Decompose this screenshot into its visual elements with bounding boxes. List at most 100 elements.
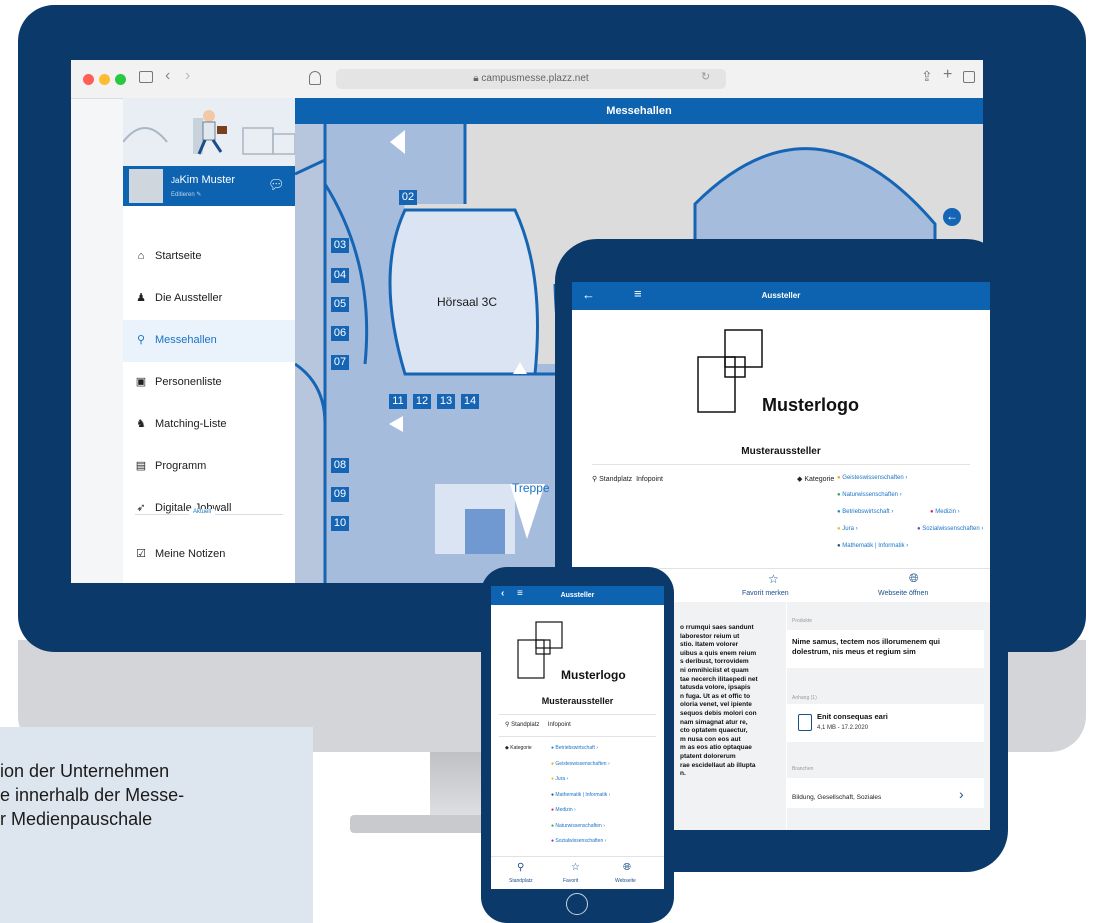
products-text: Nime samus, tectem nos illorumenem qui d…: [792, 637, 940, 656]
chevron-right-icon: ›: [606, 760, 610, 767]
tab-standplatz[interactable]: Standplatz: [509, 878, 533, 884]
category-tag[interactable]: ● Geisteswissenschaften ›: [837, 475, 907, 481]
chevron-right-icon: ›: [603, 838, 607, 844]
category-tag[interactable]: ● Naturwissenschaften ›: [837, 492, 902, 498]
close-window-button[interactable]: [83, 74, 94, 85]
category-tag[interactable]: ● Medizin ›: [930, 509, 960, 515]
category-tag[interactable]: ● Sozialwissenschaften ›: [917, 526, 983, 532]
user-panel[interactable]: JaKim Muster Editieren ✎ 💬︎: [123, 166, 295, 206]
category-name: Mathematik | Informatik: [842, 543, 905, 549]
category-name: Jura: [842, 526, 854, 532]
tab-webseite[interactable]: Webseite: [615, 878, 636, 884]
caption-line: e innerhalb der Messe-: [0, 785, 185, 805]
back-arrow-icon[interactable]: ‹: [165, 67, 170, 85]
description-line: n fuga. Ut as et offic to: [680, 692, 751, 700]
attachment-label: Anhang (1): [792, 695, 817, 701]
category-name: Sozialwissenschaften: [922, 526, 980, 532]
description-line: s deribust, torrovidem: [680, 658, 749, 666]
edit-profile-link[interactable]: Editieren ✎: [171, 191, 201, 198]
category-name: Medizin: [935, 509, 956, 515]
nav-section-label: Aktuell: [189, 509, 216, 515]
industries-card[interactable]: [786, 778, 984, 808]
exhibitor-logo-text: Musterlogo: [561, 668, 626, 682]
new-tab-icon[interactable]: +: [943, 66, 952, 84]
reload-icon[interactable]: ↻: [701, 70, 710, 83]
address-bar[interactable]: 🔒︎ campusmesse.plazz.net: [336, 69, 726, 89]
attachment-card[interactable]: [786, 704, 984, 742]
room-04[interactable]: 04: [331, 268, 349, 283]
room-07[interactable]: 07: [331, 355, 349, 370]
sidebar-item-die-aussteller[interactable]: ♟ Die Aussteller: [123, 278, 295, 320]
sidebar-item-label: Programm: [155, 460, 207, 472]
chevron-right-icon[interactable]: ›: [959, 786, 964, 802]
chevron-right-icon: ›: [889, 509, 894, 515]
room-08[interactable]: 08: [331, 458, 349, 473]
room-02[interactable]: 02: [399, 190, 417, 205]
room-11[interactable]: 11: [389, 394, 407, 409]
url-text: campusmesse.plazz.net: [481, 73, 589, 84]
sidebar-item-meine-notizen[interactable]: ☑ Meine Notizen: [123, 534, 295, 576]
notes-icon: ☑: [136, 548, 146, 560]
sidebar-item-label: Messehallen: [155, 334, 217, 346]
star-icon[interactable]: ☆: [571, 862, 580, 873]
sidebar-item-matching-liste[interactable]: ♞ Matching-Liste: [123, 404, 295, 446]
website-button[interactable]: Webseite öffnen: [878, 590, 928, 597]
category-tag[interactable]: ● Betriebswirtschaft ›: [551, 745, 598, 751]
back-circle-icon[interactable]: ←: [943, 208, 961, 226]
attachment-meta: 4,1 MB - 17.2.2020: [817, 725, 869, 731]
privacy-shield-icon[interactable]: [309, 71, 321, 85]
chevron-right-icon: ›: [607, 791, 611, 798]
category-tag[interactable]: ● Betriebswirtschaft ›: [837, 509, 893, 515]
category-tag[interactable]: ● Jura ›: [837, 526, 858, 532]
room-12[interactable]: 12: [413, 394, 431, 409]
category-tag[interactable]: ● Jura ›: [551, 776, 568, 782]
sidebar-item-messehallen[interactable]: ⚲ Messehallen: [123, 320, 295, 362]
favorite-button[interactable]: Favorit merken: [742, 590, 789, 597]
room-06[interactable]: 06: [331, 326, 349, 341]
sidebar-item-programm[interactable]: ▤ Programm: [123, 446, 295, 488]
standplatz-row[interactable]: ⚲ Standplatz Infopoint: [505, 721, 571, 728]
map-pin-icon[interactable]: ⚲: [517, 862, 524, 873]
chat-icon[interactable]: 💬︎: [268, 177, 285, 193]
category-tag[interactable]: ● Mathematik | Informatik ›: [837, 543, 908, 549]
description-line: laborestor reium ut: [680, 632, 740, 640]
category-tag[interactable]: ● Mathematik | Informatik ›: [551, 792, 610, 798]
sidebar-item-startseite[interactable]: ⌂ Startseite: [123, 236, 295, 278]
chevron-right-icon: ›: [979, 526, 984, 532]
divider: [491, 856, 664, 857]
category-tag[interactable]: ● Sozialwissenschaften ›: [551, 838, 606, 844]
hall-label[interactable]: Hörsaal 3C: [437, 295, 497, 309]
globe-icon[interactable]: 🌐︎: [909, 571, 919, 586]
divider: [592, 464, 970, 465]
room-13[interactable]: 13: [437, 394, 455, 409]
tab-overview-icon[interactable]: [963, 71, 975, 83]
home-button[interactable]: [566, 893, 588, 915]
sidebar-item-personenliste[interactable]: ▣ Personenliste: [123, 362, 295, 404]
sidebar-item-label: Meine Notizen: [155, 548, 226, 560]
description-line: uibus a quis enem reium: [680, 649, 757, 657]
globe-icon[interactable]: 🌐︎: [623, 862, 631, 873]
room-14[interactable]: 14: [461, 394, 479, 409]
category-tag[interactable]: ● Naturwissenschaften ›: [551, 823, 605, 829]
room-09[interactable]: 09: [331, 487, 349, 502]
tab-favorit[interactable]: Favorit: [563, 878, 578, 884]
maximize-window-button[interactable]: [115, 74, 126, 85]
category-tag[interactable]: ● Medizin ›: [551, 807, 576, 813]
minimize-window-button[interactable]: [99, 74, 110, 85]
map-pin-icon: ⚲: [592, 476, 598, 483]
attachment-title: Enit consequas eari: [817, 712, 888, 721]
star-icon[interactable]: ☆: [768, 572, 779, 586]
room-03[interactable]: 03: [331, 238, 349, 253]
room-10[interactable]: 10: [331, 516, 349, 531]
standplatz-row[interactable]: ⚲ Standplatz Infopoint: [592, 475, 663, 483]
forward-arrow-icon[interactable]: ›: [185, 67, 190, 85]
share-icon[interactable]: ⇪: [921, 68, 933, 85]
description-line: sequos debis molori con: [680, 709, 757, 717]
category-tag[interactable]: ● Geisteswissenschaften ›: [551, 761, 610, 767]
description-line: cto optatem quaectur,: [680, 727, 748, 735]
room-05[interactable]: 05: [331, 297, 349, 312]
sidebar-toggle-icon[interactable]: [139, 71, 153, 83]
tag-icon: ◆: [797, 476, 803, 483]
app-bar-title: Aussteller: [560, 592, 595, 599]
industries-label: Branchen: [792, 766, 814, 772]
